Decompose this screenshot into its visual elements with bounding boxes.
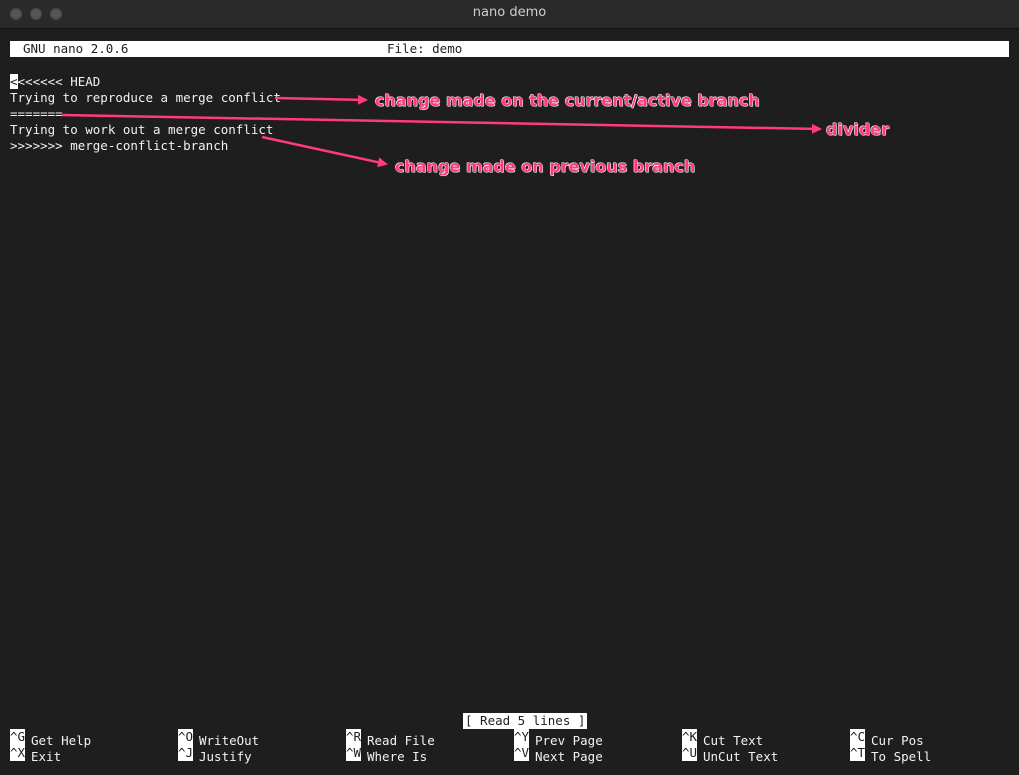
shortcut-key: ^W — [346, 745, 361, 761]
shortcut-key: ^T — [850, 745, 865, 761]
shortcut-to-spell[interactable]: ^T To Spell — [850, 745, 932, 764]
shortcut-get-help[interactable]: ^G Get Help — [10, 729, 91, 748]
shortcut-key: ^K — [682, 729, 697, 745]
shortcut-exit[interactable]: ^X Exit — [10, 745, 62, 764]
shortcut-cur-pos[interactable]: ^C Cur Pos — [850, 729, 924, 748]
status-message: [ Read 5 lines ] — [463, 713, 588, 729]
shortcut-key: ^Y — [514, 729, 529, 745]
shortcut-cut-text[interactable]: ^K Cut Text — [682, 729, 763, 748]
shortcut-key: ^U — [682, 745, 697, 761]
shortcut-key: ^G — [10, 729, 25, 745]
shortcut-key: ^J — [178, 745, 193, 761]
shortcut-prev-page[interactable]: ^Y Prev Page — [514, 729, 603, 748]
shortcut-key: ^C — [850, 729, 865, 745]
shortcut-justify[interactable]: ^J Justify — [178, 745, 252, 764]
shortcut-label: Exit — [31, 749, 62, 764]
annotation-previous-branch: change made on previous branch — [395, 157, 696, 176]
shortcut-uncut-text[interactable]: ^U UnCut Text — [682, 745, 779, 764]
annotation-current-branch: change made on the current/active branch — [375, 91, 760, 110]
shortcut-next-page[interactable]: ^V Next Page — [514, 745, 603, 764]
arrow-to-previous-branch — [261, 135, 388, 168]
shortcut-key: ^R — [346, 729, 361, 745]
terminal-window: nano demo GNU nano 2.0.6 File: demo <<<<… — [0, 0, 1019, 775]
shortcut-writeout[interactable]: ^O WriteOut — [178, 729, 259, 748]
shortcut-where-is[interactable]: ^W Where Is — [346, 745, 428, 764]
arrow-to-current-branch — [274, 94, 368, 105]
shortcut-label: Next Page — [535, 749, 603, 764]
arrow-to-divider — [61, 113, 822, 134]
shortcut-label: Justify — [199, 749, 252, 764]
annotation-arrows — [61, 94, 822, 168]
annotation-divider: divider — [826, 120, 890, 139]
shortcut-key: ^V — [514, 745, 529, 761]
shortcut-key: ^X — [10, 745, 25, 761]
shortcut-label: UnCut Text — [703, 749, 779, 764]
shortcut-label: To Spell — [871, 749, 932, 764]
shortcut-key: ^O — [178, 729, 193, 745]
shortcut-label: Where Is — [367, 749, 428, 764]
shortcut-read-file[interactable]: ^R Read File — [346, 729, 435, 748]
